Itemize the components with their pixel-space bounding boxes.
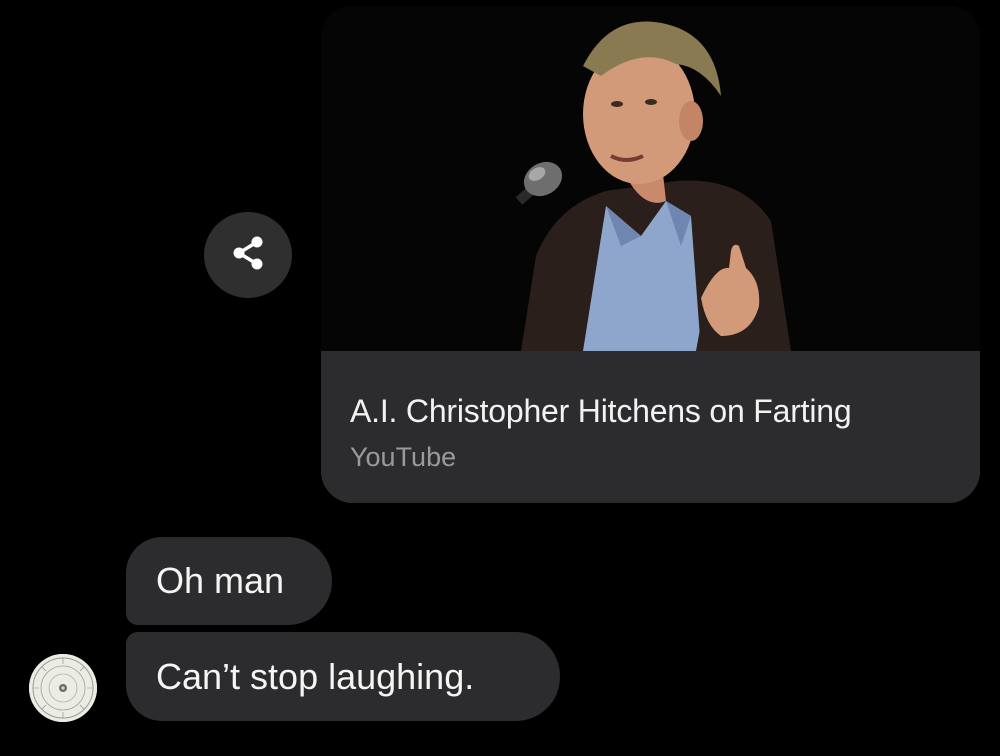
link-preview-card[interactable]: A.I. Christopher Hitchens on Farting You… bbox=[321, 6, 980, 503]
message-bubble[interactable]: Oh man bbox=[126, 537, 332, 625]
message-text: Oh man bbox=[156, 560, 285, 601]
share-button[interactable] bbox=[204, 212, 292, 298]
avatar[interactable] bbox=[29, 654, 97, 722]
speaker-photo bbox=[321, 6, 980, 351]
message-bubble[interactable]: Can’t stop laughing. bbox=[126, 632, 560, 721]
link-source: YouTube bbox=[350, 442, 457, 472]
link-preview-meta: A.I. Christopher Hitchens on Farting You… bbox=[321, 351, 980, 503]
link-title[interactable]: A.I. Christopher Hitchens on Farting bbox=[350, 393, 852, 430]
message-text: Can’t stop laughing. bbox=[156, 655, 475, 697]
share-icon bbox=[228, 233, 268, 278]
video-thumbnail[interactable] bbox=[321, 6, 980, 351]
slide-rule-dial-avatar bbox=[29, 654, 97, 722]
